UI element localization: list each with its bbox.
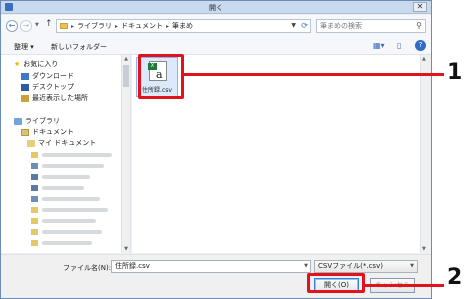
callout-number-2: 2 bbox=[447, 265, 463, 290]
library-icon bbox=[14, 117, 22, 125]
obscured-folder-label[interactable] bbox=[42, 230, 102, 234]
dialog-footer: ファイル名(N): 住所録.csv ▼ CSVファイル(*.csv) ▼ 開く(… bbox=[1, 254, 431, 298]
scrollbar-thumb[interactable] bbox=[123, 65, 129, 87]
nav-item-documents[interactable]: ドキュメント bbox=[21, 127, 74, 137]
file-icon bbox=[31, 185, 38, 191]
scroll-up-icon[interactable]: ▲ bbox=[122, 56, 130, 62]
obscured-folder-label[interactable] bbox=[42, 164, 104, 168]
breadcrumb[interactable]: ▸ ライブラリ ▸ ドキュメント ▸ 筆まめ ▼ ⟳ bbox=[56, 19, 311, 33]
filename-value: 住所録.csv bbox=[115, 262, 150, 270]
scroll-down-icon[interactable]: ▼ bbox=[122, 246, 130, 252]
obscured-folder-label[interactable] bbox=[42, 208, 108, 212]
dialog-title: 開く bbox=[209, 4, 223, 12]
navigation-pane[interactable]: ★ お気に入り ダウンロード デスクトップ 最近表示した場所 ライブラリ ドキュ… bbox=[1, 55, 131, 253]
nav-label: ドキュメント bbox=[32, 128, 74, 136]
chevron-right-icon[interactable]: ▸ bbox=[71, 23, 74, 30]
help-icon[interactable]: ? bbox=[415, 40, 426, 51]
folder-icon bbox=[31, 229, 38, 235]
title-bar: 開く ✕ bbox=[1, 1, 431, 14]
scroll-up-icon[interactable]: ▲ bbox=[422, 56, 426, 62]
file-icon bbox=[31, 163, 38, 169]
search-input[interactable]: 筆まめの検索 ⚲ bbox=[316, 19, 426, 33]
folder-icon bbox=[31, 207, 38, 213]
obscured-folder-label[interactable] bbox=[42, 219, 96, 223]
file-scrollbar[interactable]: ▲ ▼ bbox=[420, 55, 430, 253]
folder-icon bbox=[60, 23, 68, 29]
filename-field[interactable]: 住所録.csv ▼ bbox=[111, 260, 311, 273]
address-bar: ← → ▼ ↑ ▸ ライブラリ ▸ ドキュメント ▸ 筆まめ ▼ ⟳ 筆まめの検… bbox=[1, 15, 431, 37]
highlight-box-1 bbox=[138, 54, 184, 99]
chevron-right-icon[interactable]: ▸ bbox=[166, 23, 169, 30]
nav-label: デスクトップ bbox=[32, 83, 74, 91]
obscured-folder-label[interactable] bbox=[42, 186, 84, 190]
forward-button[interactable]: → bbox=[20, 20, 32, 32]
nav-item-downloads[interactable]: ダウンロード bbox=[21, 71, 74, 81]
file-type-select[interactable]: CSVファイル(*.csv) ▼ bbox=[314, 260, 418, 273]
highlight-box-2 bbox=[307, 273, 365, 293]
nav-libraries[interactable]: ライブラリ bbox=[14, 116, 60, 126]
callout-line-2 bbox=[364, 284, 444, 287]
nav-label: マイ ドキュメント bbox=[38, 139, 97, 147]
chevron-down-icon[interactable]: ▼ bbox=[304, 261, 308, 272]
folder-icon bbox=[31, 240, 38, 246]
star-icon: ★ bbox=[14, 60, 21, 68]
callout-line-1 bbox=[184, 73, 444, 76]
breadcrumb-item[interactable]: ライブラリ bbox=[77, 21, 112, 31]
nav-favorites[interactable]: ★ お気に入り bbox=[14, 59, 58, 69]
nav-item-recent-places[interactable]: 最近表示した場所 bbox=[21, 93, 88, 103]
folder-icon bbox=[31, 152, 38, 158]
nav-label: お気に入り bbox=[23, 60, 59, 68]
organize-button[interactable]: 整理 ▾ bbox=[14, 42, 34, 52]
nav-label: 最近表示した場所 bbox=[32, 94, 88, 102]
close-button[interactable]: ✕ bbox=[413, 2, 427, 12]
refresh-icon[interactable]: ⟳ bbox=[301, 21, 308, 30]
preview-pane-icon[interactable]: ▯ bbox=[397, 41, 401, 50]
documents-icon bbox=[21, 128, 29, 136]
chevron-down-icon[interactable]: ▼ bbox=[410, 261, 414, 272]
download-icon bbox=[21, 72, 29, 80]
file-icon bbox=[31, 196, 38, 202]
search-icon[interactable]: ⚲ bbox=[416, 20, 422, 32]
chevron-down-icon[interactable]: ▼ bbox=[291, 22, 296, 29]
recent-places-icon bbox=[21, 94, 29, 102]
toolbar: 整理 ▾ 新しいフォルダー ▦▾ ▯ ? bbox=[1, 37, 431, 55]
obscured-folder-label[interactable] bbox=[42, 175, 90, 179]
file-icon bbox=[31, 174, 38, 180]
view-options-icon[interactable]: ▦▾ bbox=[373, 41, 385, 50]
breadcrumb-item[interactable]: 筆まめ bbox=[172, 21, 193, 31]
callout-number-1: 1 bbox=[447, 60, 463, 85]
new-folder-button[interactable]: 新しいフォルダー bbox=[51, 42, 107, 52]
nav-label: ライブラリ bbox=[25, 117, 60, 125]
obscured-folder-label[interactable] bbox=[42, 153, 112, 157]
nav-item-my-documents[interactable]: マイ ドキュメント bbox=[27, 138, 96, 148]
folder-icon bbox=[27, 139, 35, 147]
back-button[interactable]: ← bbox=[6, 20, 18, 32]
recent-locations-chevron-icon[interactable]: ▼ bbox=[35, 22, 39, 28]
breadcrumb-item[interactable]: ドキュメント bbox=[121, 21, 163, 31]
obscured-folder-label[interactable] bbox=[42, 197, 100, 201]
folder-icon bbox=[31, 218, 38, 224]
scroll-down-icon[interactable]: ▼ bbox=[422, 246, 426, 252]
chevron-right-icon[interactable]: ▸ bbox=[115, 23, 118, 30]
nav-label: ダウンロード bbox=[32, 72, 74, 80]
file-type-value: CSVファイル(*.csv) bbox=[318, 262, 383, 270]
up-button[interactable]: ↑ bbox=[45, 19, 53, 29]
navigation-scrollbar[interactable]: ▲ ▼ bbox=[121, 55, 130, 253]
nav-item-desktop[interactable]: デスクトップ bbox=[21, 82, 74, 92]
desktop-icon bbox=[21, 83, 29, 91]
search-placeholder: 筆まめの検索 bbox=[320, 22, 362, 30]
obscured-folder-label[interactable] bbox=[42, 241, 92, 245]
filename-label: ファイル名(N): bbox=[63, 264, 112, 272]
